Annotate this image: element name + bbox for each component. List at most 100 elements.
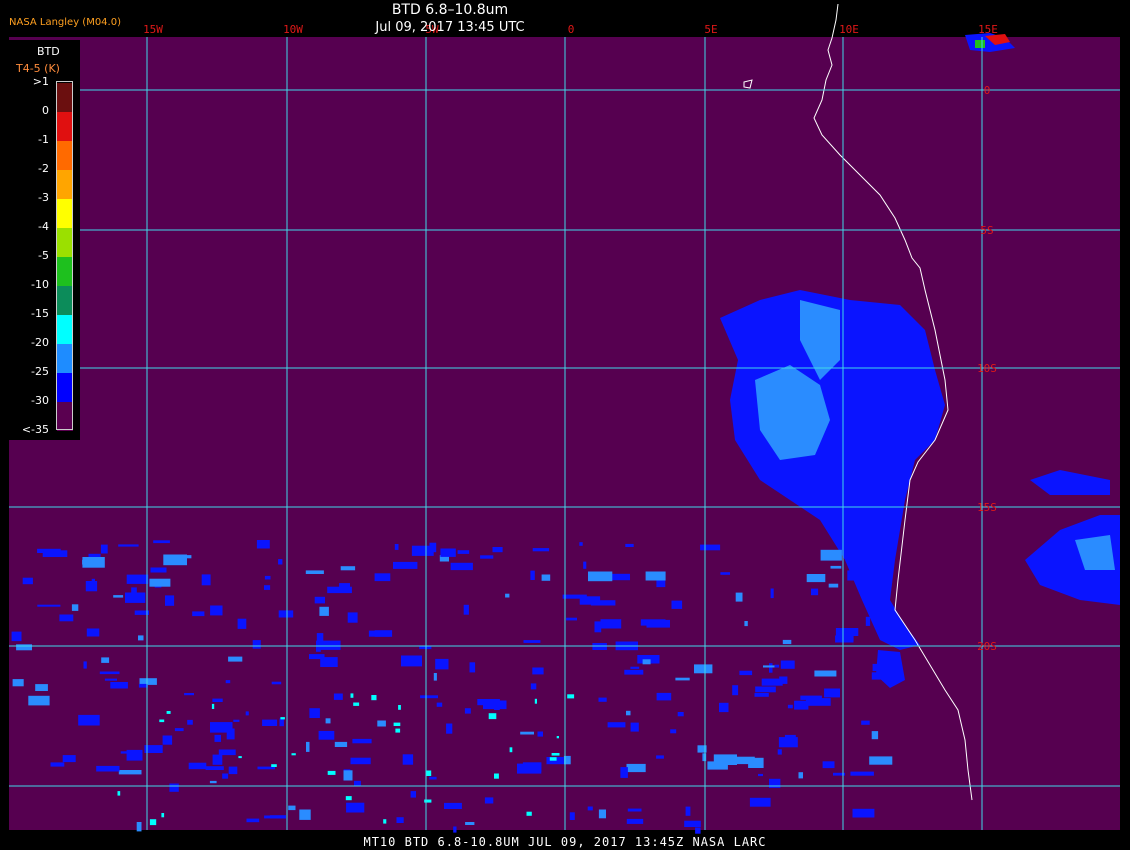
cloud-speck	[346, 802, 365, 813]
cloud-speck	[245, 711, 249, 716]
cloud-speck	[138, 635, 144, 641]
cloud-speck	[754, 693, 769, 697]
cloud-speck	[149, 819, 157, 826]
cloud-speck	[264, 575, 271, 580]
cloud-speck	[624, 669, 644, 675]
cloud-speck	[42, 550, 68, 557]
cloud-speck	[695, 827, 701, 834]
cloud-speck	[794, 700, 809, 710]
cloud-speck	[878, 544, 883, 549]
cloud-speck	[671, 600, 683, 609]
cloud-speck	[85, 581, 98, 592]
cloud-speck	[35, 684, 48, 691]
cloud-speck	[212, 754, 223, 765]
cloud-speck	[598, 809, 606, 819]
lat-label: 0	[984, 84, 991, 97]
cloud-speck	[713, 754, 737, 765]
cloud-speck	[256, 540, 270, 549]
cloud-speck	[350, 757, 371, 765]
cloud-speck	[551, 753, 560, 756]
cloud-speck	[830, 565, 842, 569]
cloud-speck	[393, 722, 401, 726]
cloud-speck	[396, 817, 404, 823]
cloud-speck	[798, 772, 803, 779]
cloud-speck	[316, 640, 341, 650]
cloud-speck	[174, 728, 184, 732]
cloud-speck	[314, 596, 325, 604]
cloud-speck	[566, 617, 577, 621]
cloud-speck	[494, 773, 499, 779]
cloud-speck	[131, 587, 137, 594]
cloud-speck	[433, 673, 437, 681]
lat-label: 10S	[977, 362, 997, 375]
cloud-speck	[226, 728, 235, 740]
cloud-speck	[763, 665, 775, 668]
cloud-speck	[305, 570, 324, 574]
lat-label: 20S	[977, 640, 997, 653]
legend-subtitle: T4-5 (K)	[16, 62, 60, 75]
legend-level-label: -4	[38, 220, 49, 233]
colorbar-frame	[56, 81, 73, 430]
cloud-speck	[598, 697, 607, 702]
cloud-speck	[755, 686, 776, 693]
cloud-speck	[161, 813, 165, 818]
cloud-speck	[288, 805, 296, 811]
cloud-speck	[278, 559, 283, 565]
cloud-speck	[169, 555, 192, 559]
cloud-speck	[59, 614, 74, 622]
cloud-speck	[446, 723, 453, 734]
cloud-speck	[483, 700, 507, 710]
cloud-speck	[465, 822, 475, 825]
cloud-speck	[541, 574, 551, 581]
cloud-speck	[526, 811, 532, 816]
cloud-speck	[865, 616, 871, 626]
cloud-speck	[505, 593, 510, 598]
cloud-speck	[28, 695, 50, 706]
cloud-speck	[225, 680, 231, 684]
cloud-speck	[523, 640, 541, 643]
cloud-speck	[822, 761, 835, 769]
cloud-speck	[71, 604, 79, 611]
cloud-speck	[852, 808, 875, 818]
cloud-speck	[670, 729, 677, 734]
cloud-speck	[642, 659, 651, 665]
cloud-speck	[820, 549, 842, 561]
cloud-speck	[630, 722, 639, 732]
cloud-speck	[777, 749, 782, 755]
cloud-speck	[22, 577, 33, 585]
cloud-speck	[271, 764, 277, 767]
cloud-speck	[210, 605, 223, 616]
cloud-speck	[700, 544, 721, 551]
cloud-speck	[279, 718, 284, 727]
cloud-speck	[469, 662, 476, 673]
cloud-speck	[318, 730, 335, 740]
cloud-speck	[264, 815, 284, 819]
legend-level-label: -3	[38, 191, 49, 204]
cloud-speck	[188, 762, 207, 770]
cloud-speck	[201, 574, 211, 586]
cloud-speck	[429, 542, 437, 553]
cloud-speck	[350, 693, 354, 698]
cloud-speck	[353, 702, 360, 706]
cloud-speck	[345, 796, 352, 801]
cloud-speck	[732, 685, 739, 696]
cloud-speck	[125, 592, 146, 603]
cloud-speck	[594, 621, 602, 633]
cloud-speck	[835, 628, 859, 636]
cloud-speck	[420, 695, 438, 699]
cloud-speck	[343, 770, 353, 781]
cloud-speck	[118, 770, 142, 775]
cloud-speck	[850, 771, 874, 776]
cloud-speck	[769, 663, 773, 673]
cloud-speck	[393, 561, 418, 569]
cloud-speck	[291, 753, 296, 756]
cloud-speck	[463, 604, 469, 615]
cloud-speck	[91, 578, 95, 588]
cloud-speck	[872, 663, 897, 672]
cloud-speck	[814, 670, 837, 677]
cloud-speck	[83, 661, 87, 669]
cloud-speck	[165, 595, 175, 606]
cloud-speck	[11, 631, 22, 642]
cloud-speck	[520, 731, 534, 735]
cloud-speck	[309, 708, 320, 718]
